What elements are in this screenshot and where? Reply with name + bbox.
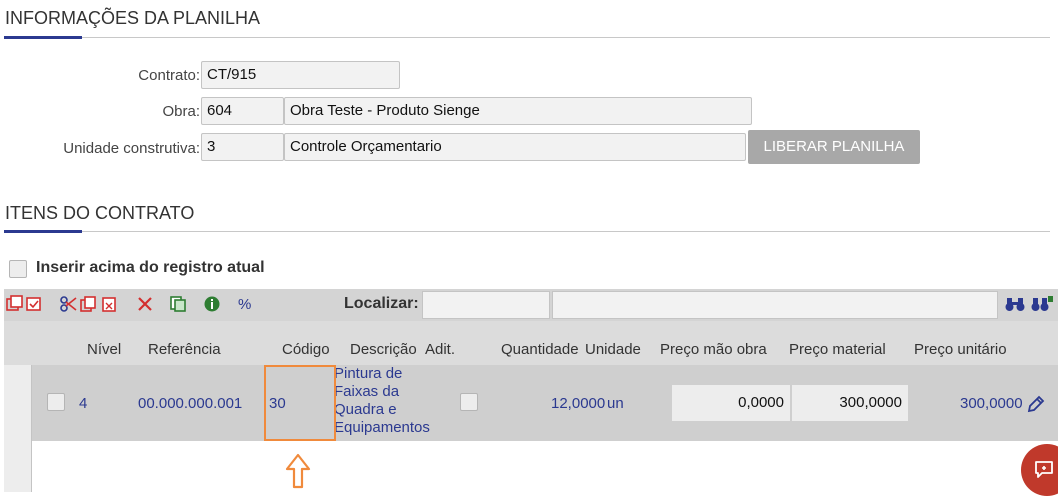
unidade-label: Unidade construtiva:	[63, 140, 200, 157]
grid-toolbar: % Localizar:	[4, 289, 1058, 321]
chat-icon	[1035, 461, 1053, 478]
row-nivel: 4	[79, 395, 88, 412]
row-preco-unitario: 300,0000	[960, 395, 1023, 412]
delete-icon[interactable]	[136, 295, 154, 313]
row-descricao: Pintura de Faixas da Quadra e Equipament…	[334, 365, 430, 436]
section-accent-bar	[4, 230, 82, 233]
edit-pencil-icon[interactable]	[1026, 394, 1046, 414]
row-preco-material-field[interactable]: 300,0000	[792, 385, 908, 421]
binoculars-filter-icon[interactable]	[1030, 295, 1054, 313]
localizar-text-input[interactable]	[552, 291, 998, 319]
section-title-itens: ITENS DO CONTRATO	[5, 203, 195, 223]
paste-icon[interactable]	[100, 295, 118, 313]
col-preco-material[interactable]: Preço material	[789, 341, 886, 358]
row-select-checkbox[interactable]	[47, 393, 65, 411]
codigo-highlight-box	[264, 365, 336, 441]
section-accent-bar	[4, 36, 82, 39]
grid-row-margin	[4, 365, 32, 492]
col-quantidade[interactable]: Quantidade	[501, 341, 579, 358]
row-referencia: 00.000.000.001	[138, 395, 243, 412]
col-preco-mao-obra[interactable]: Preço mão obra	[660, 341, 767, 358]
section-divider	[4, 231, 1050, 232]
export-icon[interactable]	[169, 295, 187, 313]
inserir-acima-label: Inserir acima do registro atual	[36, 259, 265, 276]
col-codigo[interactable]: Código	[282, 341, 330, 358]
duplicate-icon[interactable]	[80, 295, 98, 313]
obra-name-field[interactable]: Obra Teste - Produto Sienge	[284, 97, 752, 125]
row-unidade: un	[607, 395, 624, 412]
chat-button[interactable]	[1021, 444, 1058, 496]
inserir-acima-checkbox[interactable]	[9, 260, 27, 278]
unidade-code-field[interactable]: 3	[201, 133, 284, 161]
table-row[interactable]: 4 00.000.000.001 30 Pintura de Faixas da…	[32, 365, 1058, 441]
col-referencia[interactable]: Referência	[148, 341, 221, 358]
obra-label: Obra:	[162, 103, 200, 120]
obra-code-field[interactable]: 604	[201, 97, 284, 125]
unidade-name-field[interactable]: Controle Orçamentario	[284, 133, 746, 161]
col-descricao[interactable]: Descrição	[350, 341, 417, 358]
col-adit[interactable]: Adit.	[425, 341, 455, 358]
localizar-label: Localizar:	[344, 295, 419, 312]
copy-icon[interactable]	[6, 295, 24, 313]
col-unidade[interactable]: Unidade	[585, 341, 641, 358]
binoculars-icon[interactable]	[1004, 295, 1026, 313]
liberar-planilha-button[interactable]: LIBERAR PLANILHA	[748, 130, 920, 164]
scissors-icon[interactable]	[60, 295, 78, 313]
contrato-label: Contrato:	[138, 67, 200, 84]
section-title-planilha: INFORMAÇÕES DA PLANILHA	[5, 8, 261, 28]
check-copy-icon[interactable]	[25, 295, 43, 313]
localizar-input[interactable]	[422, 291, 550, 319]
percent-icon[interactable]: %	[238, 296, 251, 313]
contrato-field[interactable]: CT/915	[201, 61, 400, 89]
row-quantidade: 12,0000	[551, 395, 606, 412]
info-icon[interactable]	[203, 295, 221, 313]
row-preco-mao-obra-field[interactable]: 0,0000	[672, 385, 790, 421]
col-nivel[interactable]: Nível	[87, 341, 121, 358]
section-divider	[4, 37, 1050, 38]
arrow-up-icon	[285, 453, 311, 489]
row-adit-checkbox[interactable]	[460, 393, 478, 411]
grid-header: Nível Referência Código Descrição Adit. …	[4, 321, 1058, 365]
col-preco-unitario[interactable]: Preço unitário	[914, 341, 1007, 358]
